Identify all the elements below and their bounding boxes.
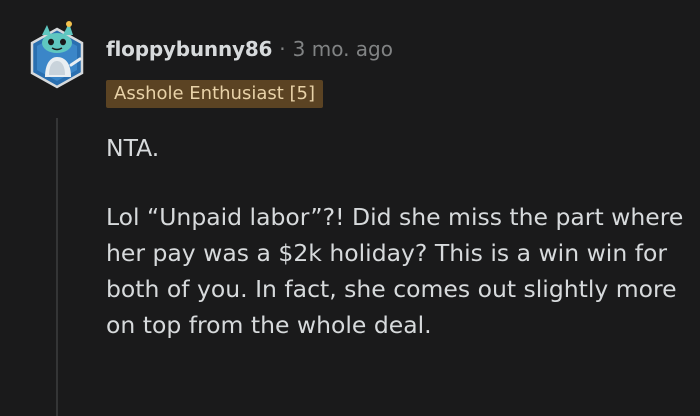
user-flair: Asshole Enthusiast [5] [106, 80, 324, 108]
thread-line[interactable] [56, 118, 58, 416]
username-link[interactable]: floppybunny86 [106, 37, 272, 61]
timestamp[interactable]: 3 mo. ago [293, 37, 393, 61]
comment-paragraph: Lol “Unpaid labor”?! Did she miss the pa… [106, 203, 684, 339]
comment-body: NTA. Lol “Unpaid labor”?! Did she miss t… [106, 130, 686, 343]
meta-separator: · [279, 37, 286, 61]
comment-paragraph: NTA. [106, 134, 160, 162]
comment-meta: floppybunny86 · 3 mo. ago [106, 34, 393, 64]
snoo-avatar-icon [30, 21, 84, 89]
user-avatar[interactable] [27, 19, 87, 95]
comment: floppybunny86 · 3 mo. ago Asshole Enthus… [0, 0, 700, 416]
